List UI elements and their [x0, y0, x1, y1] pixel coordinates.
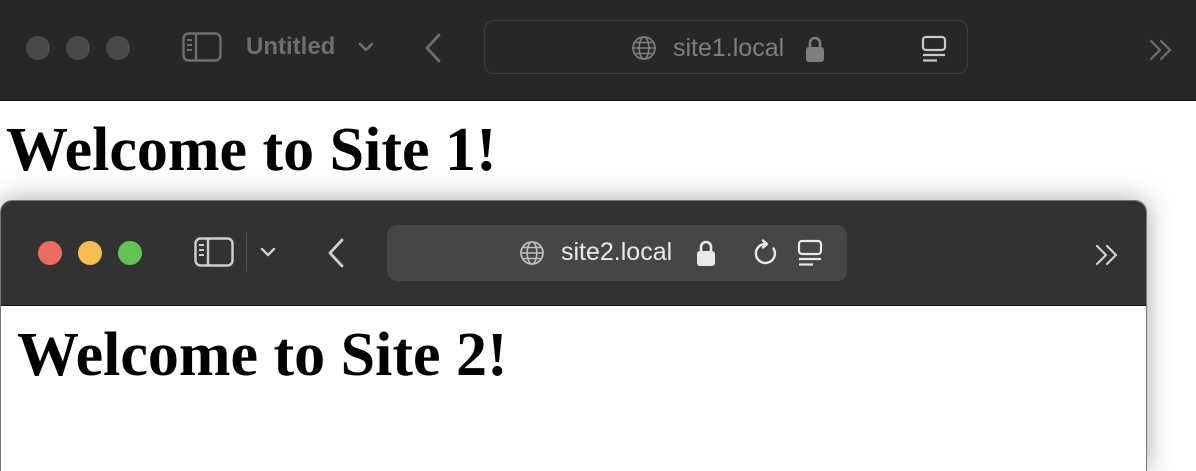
address-bar[interactable]: site2.local	[387, 225, 847, 281]
chevron-down-icon[interactable]	[358, 41, 374, 53]
lock-icon	[805, 35, 825, 63]
close-button[interactable]	[26, 36, 50, 60]
address-bar[interactable]: site1.local	[484, 20, 968, 74]
globe-icon	[631, 35, 657, 61]
double-chevron-right-icon[interactable]	[1148, 38, 1174, 62]
divider	[246, 233, 247, 271]
minimize-button[interactable]	[78, 241, 102, 265]
maximize-button[interactable]	[106, 36, 130, 60]
toolbar: site2.local	[1, 201, 1146, 306]
tab-title[interactable]: Untitled	[246, 33, 335, 61]
page-heading: Welcome to Site 1!	[6, 116, 497, 184]
sidebar-icon[interactable]	[194, 237, 234, 267]
sidebar-icon[interactable]	[182, 32, 222, 62]
url-text: site2.local	[561, 238, 673, 266]
lock-icon	[696, 239, 716, 267]
chevron-left-icon[interactable]	[325, 237, 347, 269]
chevron-down-icon[interactable]	[260, 246, 276, 258]
reader-icon[interactable]	[797, 239, 823, 267]
toolbar: Untitled site1.local	[0, 0, 1196, 101]
browser-window-site2: site2.local Welcome to Site 2!	[0, 200, 1147, 471]
reload-icon[interactable]	[753, 239, 779, 267]
page-heading: Welcome to Site 2!	[17, 321, 508, 389]
maximize-button[interactable]	[118, 241, 142, 265]
close-button[interactable]	[38, 241, 62, 265]
chevron-left-icon[interactable]	[422, 32, 444, 64]
minimize-button[interactable]	[66, 36, 90, 60]
reader-icon[interactable]	[921, 35, 947, 63]
globe-icon	[519, 240, 545, 266]
double-chevron-right-icon[interactable]	[1094, 243, 1120, 267]
url-text: site1.local	[673, 34, 785, 62]
